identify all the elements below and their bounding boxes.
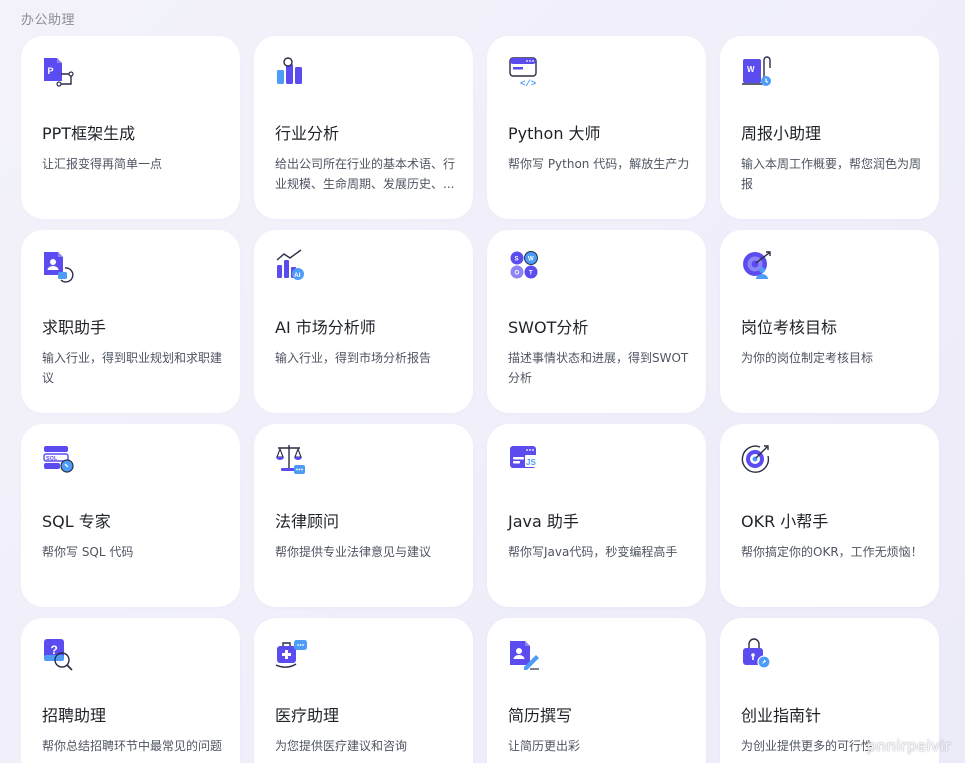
card-title: 求职助手	[42, 318, 107, 337]
resume-edit-icon	[507, 636, 543, 672]
svg-text:JS: JS	[526, 458, 536, 467]
svg-text:SQL: SQL	[46, 456, 58, 462]
assistant-card-swot[interactable]: S W O T SWOT分析 描述事情状态和进展，得到SWOT分析	[487, 230, 706, 413]
card-title: SWOT分析	[508, 318, 589, 337]
assistant-card-legal-advisor[interactable]: 法律顾问 帮你提供专业法律意见与建议	[254, 424, 473, 607]
card-title: Java 助手	[508, 512, 579, 531]
sql-database-icon: SQL	[41, 442, 77, 478]
card-title: 创业指南针	[741, 706, 822, 725]
svg-text:T: T	[529, 271, 533, 277]
card-description: 帮你写Java代码，秒变编程高手	[508, 545, 678, 559]
card-description: 帮你写 SQL 代码	[42, 545, 134, 559]
card-description: 让简历更出彩	[508, 739, 581, 753]
assistant-grid: P PPT框架生成 让汇报变得再简单一点 行业分析 给出公司所在行业的基本术语、…	[21, 36, 939, 763]
assistant-card-ppt[interactable]: P PPT框架生成 让汇报变得再简单一点	[21, 36, 240, 219]
resume-person-icon	[41, 248, 77, 284]
target-person-icon	[740, 248, 776, 284]
ppt-document-icon: P	[41, 54, 77, 90]
bar-chart-icon	[274, 54, 310, 90]
assistant-card-medical-assistant[interactable]: 医疗助理 为您提供医疗建议和咨询	[254, 618, 473, 763]
assistant-card-weekly-report[interactable]: W 周报小助理 输入本周工作概要，帮您润色为周报	[720, 36, 939, 219]
card-description: 描述事情状态和进展，得到SWOT分析	[508, 351, 689, 385]
card-description: 给出公司所在行业的基本术语、行业规模、生命周期、发展历史、...	[275, 157, 456, 191]
card-title: 行业分析	[275, 124, 340, 143]
ai-trend-chart-icon: AI	[274, 248, 310, 284]
word-document-clock-icon: W	[740, 54, 776, 90]
card-title: 医疗助理	[275, 706, 340, 725]
card-description: 帮你写 Python 代码，解放生产力	[508, 157, 690, 171]
watermark: pnnirpeivir	[866, 737, 951, 755]
question-search-icon: ?	[41, 636, 77, 672]
card-title: OKR 小帮手	[741, 512, 829, 531]
svg-text:W: W	[528, 257, 534, 263]
js-code-window-icon: JS	[507, 442, 543, 478]
justice-scale-icon	[274, 442, 310, 478]
code-window-icon: </>	[507, 54, 543, 90]
assistant-card-industry-analysis[interactable]: 行业分析 给出公司所在行业的基本术语、行业规模、生命周期、发展历史、...	[254, 36, 473, 219]
card-description: 输入行业，得到职业规划和求职建议	[42, 351, 223, 385]
card-title: 法律顾问	[275, 512, 340, 531]
card-title: 简历撰写	[508, 706, 573, 725]
lock-compass-icon	[740, 636, 776, 672]
card-description: 为您提供医疗建议和咨询	[275, 739, 408, 753]
card-description: 输入行业，得到市场分析报告	[275, 351, 432, 365]
card-description: 帮你搞定你的OKR，工作无烦恼！	[741, 545, 923, 559]
svg-text:</>: </>	[520, 79, 536, 89]
assistant-card-resume-writing[interactable]: 简历撰写 让简历更出彩	[487, 618, 706, 763]
card-description: 让汇报变得再简单一点	[42, 157, 163, 171]
section-title: 办公助理	[21, 13, 76, 28]
assistant-card-java-helper[interactable]: JS Java 助手 帮你写Java代码，秒变编程高手	[487, 424, 706, 607]
svg-text:S: S	[515, 257, 519, 263]
card-title: SQL 专家	[42, 512, 111, 531]
card-title: 周报小助理	[741, 124, 822, 143]
card-title: 招聘助理	[42, 706, 107, 725]
svg-text:O: O	[515, 271, 520, 277]
assistant-card-python[interactable]: </> Python 大师 帮你写 Python 代码，解放生产力	[487, 36, 706, 219]
card-title: 岗位考核目标	[741, 318, 838, 337]
card-description: 输入本周工作概要，帮您润色为周报	[741, 157, 922, 191]
assistant-card-ai-market-analyst[interactable]: AI AI 市场分析师 输入行业，得到市场分析报告	[254, 230, 473, 413]
svg-text:AI: AI	[294, 272, 301, 279]
assistant-card-okr-helper[interactable]: OKR 小帮手 帮你搞定你的OKR，工作无烦恼！	[720, 424, 939, 607]
assistant-card-job-assessment-goals[interactable]: 岗位考核目标 为你的岗位制定考核目标	[720, 230, 939, 413]
card-description: 帮你提供专业法律意见与建议	[275, 545, 432, 559]
card-title: AI 市场分析师	[275, 318, 376, 337]
card-title: Python 大师	[508, 124, 601, 143]
card-description: 为你的岗位制定考核目标	[741, 351, 874, 365]
swot-quadrant-icon: S W O T	[507, 248, 543, 284]
okr-target-icon	[740, 442, 776, 478]
assistant-card-sql-expert[interactable]: SQL SQL 专家 帮你写 SQL 代码	[21, 424, 240, 607]
assistant-card-recruiting-assistant[interactable]: ? 招聘助理 帮你总结招聘环节中最常见的问题	[21, 618, 240, 763]
card-description: 帮你总结招聘环节中最常见的问题	[42, 739, 223, 753]
svg-text:W: W	[747, 65, 755, 74]
medical-kit-icon	[274, 636, 310, 672]
svg-text:P: P	[48, 66, 54, 76]
assistant-card-job-seeking[interactable]: 求职助手 输入行业，得到职业规划和求职建议	[21, 230, 240, 413]
card-title: PPT框架生成	[42, 124, 136, 143]
